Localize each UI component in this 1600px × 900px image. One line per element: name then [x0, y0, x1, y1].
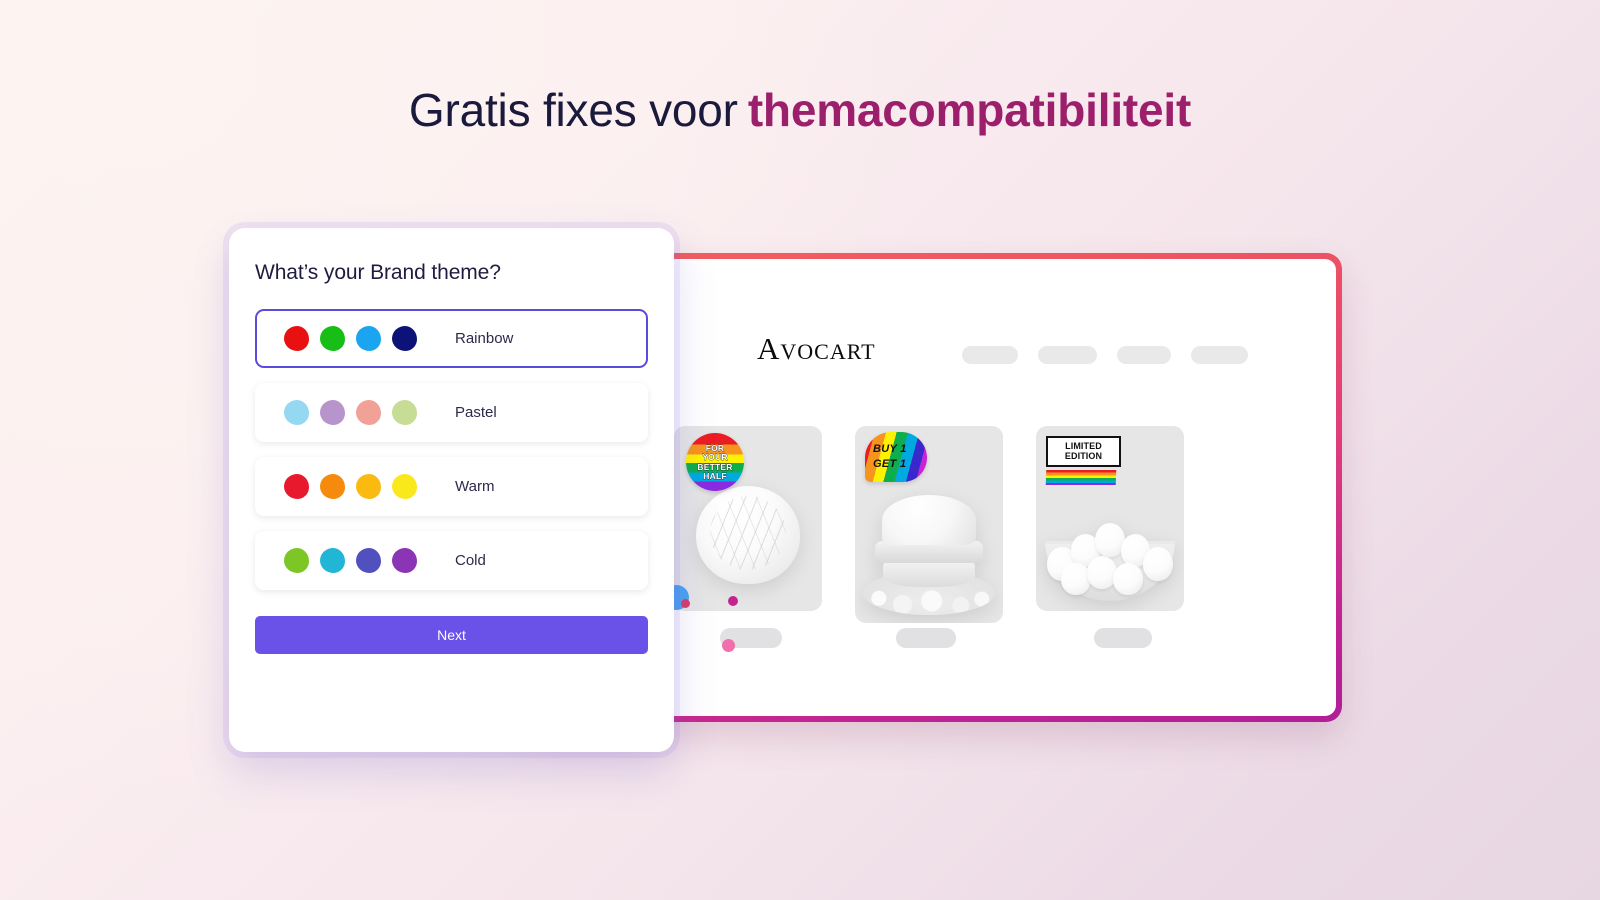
confetti-dot — [728, 596, 738, 606]
limited-edition-label-box: LIMITED EDITION — [1046, 436, 1121, 468]
product-title-placeholder — [896, 628, 956, 648]
product-image-card[interactable]: BUY 1 GET 1 — [855, 426, 1003, 623]
color-swatch — [284, 400, 309, 425]
confetti-dot — [722, 639, 735, 652]
nav-placeholder-item[interactable] — [1191, 346, 1248, 364]
color-swatch — [392, 474, 417, 499]
rainbow-sticker-badge-icon: FOR YOUR BETTER HALF — [686, 433, 744, 491]
product-item[interactable]: FOR YOUR BETTER HALF — [674, 426, 822, 648]
product-image-card[interactable]: FOR YOUR BETTER HALF — [674, 426, 822, 611]
theme-option-label: Warm — [455, 478, 495, 495]
color-swatch-group — [284, 474, 417, 499]
burger-top-bun-shape — [882, 495, 976, 545]
nav-placeholder-item[interactable] — [962, 346, 1018, 364]
color-swatch — [356, 474, 381, 499]
badge-line: FOR — [705, 442, 725, 453]
color-swatch-group — [284, 400, 417, 425]
limited-edition-badge-icon: LIMITED EDITION — [1045, 436, 1121, 486]
nav-placeholder-item[interactable] — [1117, 346, 1171, 364]
color-swatch — [284, 326, 309, 351]
speech-bubble-badge-icon: BUY 1 GET 1 — [865, 432, 927, 482]
color-swatch — [320, 400, 345, 425]
theme-option-label: Rainbow — [455, 330, 514, 347]
color-swatch-group — [284, 326, 417, 351]
color-swatch — [284, 474, 309, 499]
theme-option-label: Pastel — [455, 404, 497, 421]
badge-line: EDITION — [1064, 451, 1103, 462]
theme-option-rainbow[interactable]: Rainbow — [255, 309, 648, 368]
badge-line: BUY 1 — [873, 443, 907, 455]
burger-bottom-bun-shape — [883, 559, 975, 587]
confetti-dot — [681, 599, 690, 608]
color-swatch — [392, 400, 417, 425]
eggs-basket-image — [1041, 497, 1179, 601]
badge-line: LIMITED — [1065, 441, 1102, 451]
color-swatch — [320, 548, 345, 573]
egg-shape — [1113, 563, 1143, 595]
picker-title: What’s your Brand theme? — [255, 261, 501, 284]
badge-line: HALF — [703, 471, 727, 481]
page-title-part-one: Gratis fixes voor — [408, 84, 738, 136]
next-button[interactable]: Next — [255, 616, 648, 654]
rainbow-stripe-icon — [1045, 470, 1117, 486]
page-title-highlight: themacompatibiliteit — [747, 84, 1192, 136]
color-swatch — [320, 326, 345, 351]
color-swatch — [284, 548, 309, 573]
theme-option-warm[interactable]: Warm — [255, 457, 648, 516]
product-title-placeholder — [1094, 628, 1152, 648]
bread-loaf-image — [696, 486, 800, 584]
color-swatch — [356, 326, 381, 351]
page-title: Gratis fixes voor themacompatibiliteit — [0, 82, 1600, 140]
badge-line: YOUR — [702, 452, 728, 462]
color-swatch — [392, 548, 417, 573]
store-nav-placeholders — [962, 346, 1248, 364]
brand-theme-picker-card: What’s your Brand theme? Rainbow Pastel — [229, 228, 674, 752]
egg-shape — [1143, 547, 1173, 581]
product-item[interactable]: BUY 1 GET 1 — [855, 426, 1003, 648]
theme-option-label: Cold — [455, 552, 486, 569]
egg-shape — [1087, 556, 1117, 589]
color-swatch-group — [284, 548, 417, 573]
theme-option-cold[interactable]: Cold — [255, 531, 648, 590]
color-swatch — [320, 474, 345, 499]
product-item[interactable]: LIMITED EDITION — [1036, 426, 1184, 648]
burger-image — [863, 489, 995, 615]
badge-line: BETTER — [697, 461, 733, 472]
product-image-card[interactable]: LIMITED EDITION — [1036, 426, 1184, 611]
nav-placeholder-item[interactable] — [1038, 346, 1097, 364]
theme-option-list: Rainbow Pastel Warm Cold — [255, 309, 648, 590]
theme-option-pastel[interactable]: Pastel — [255, 383, 648, 442]
store-logo[interactable]: Avocart — [757, 331, 876, 367]
badge-line: GET 1 — [873, 458, 907, 470]
color-swatch — [356, 548, 381, 573]
color-swatch — [392, 326, 417, 351]
color-swatch — [356, 400, 381, 425]
